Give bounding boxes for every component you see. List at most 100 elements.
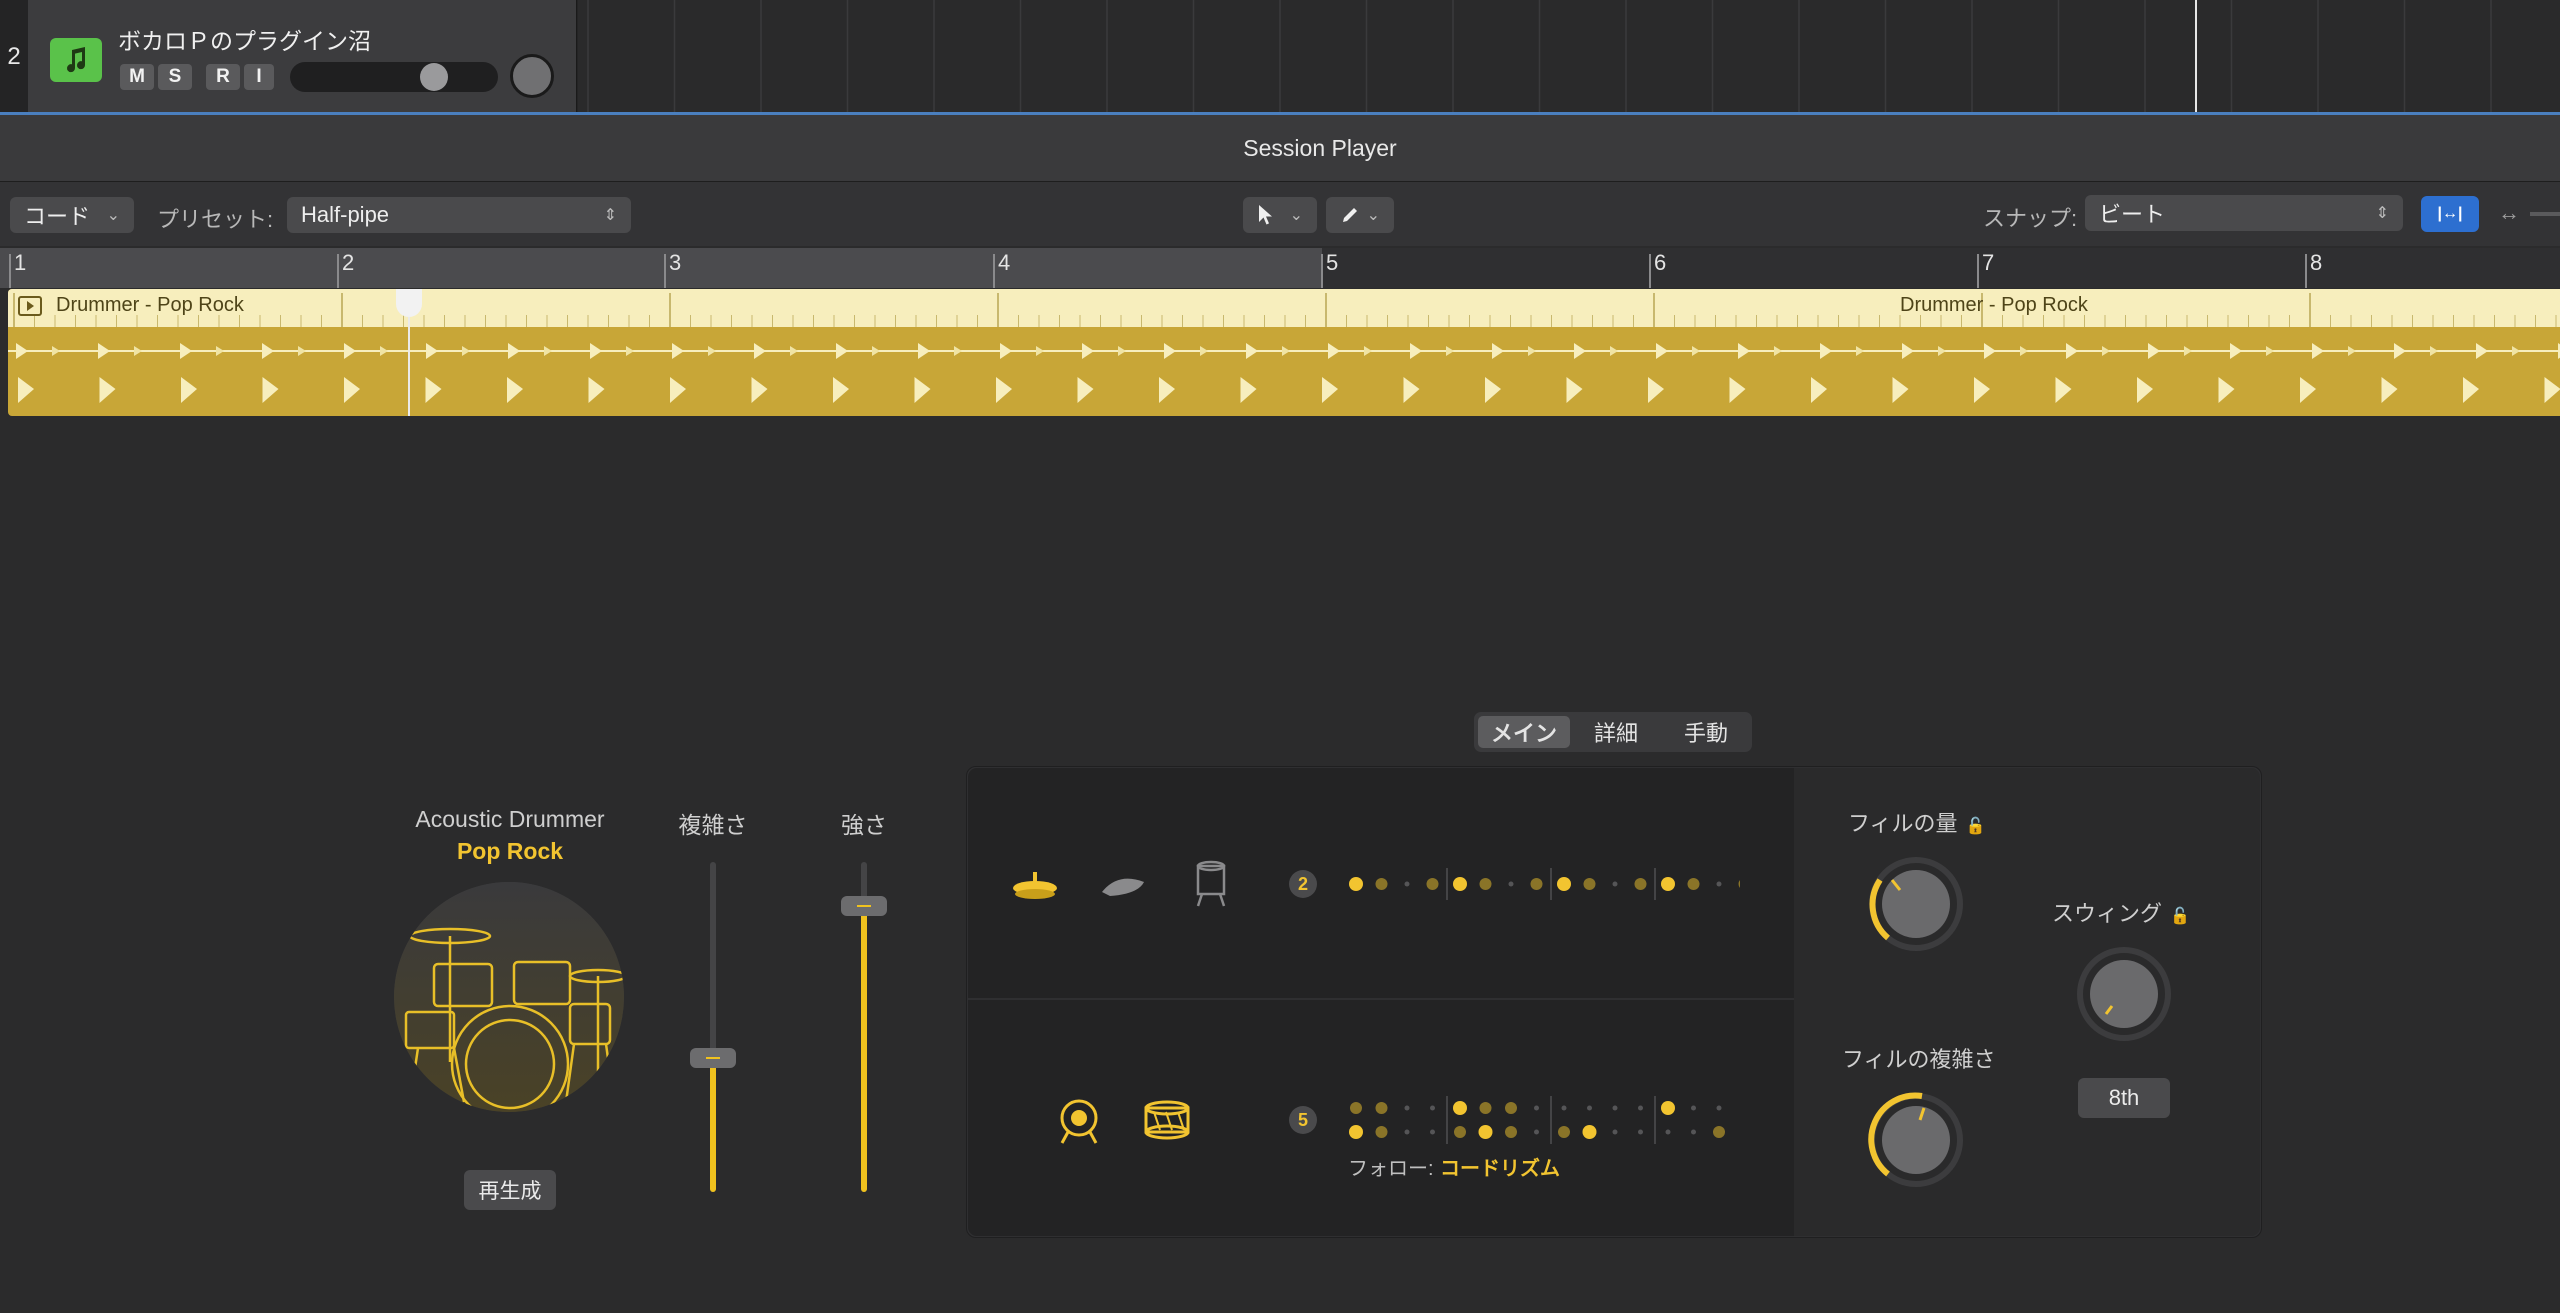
hihat-hit bbox=[1000, 343, 1012, 359]
shaker-icon[interactable] bbox=[1098, 862, 1148, 908]
horizontal-zoom-icon[interactable]: ↔ bbox=[2498, 200, 2520, 226]
swing-label: スウィング 🔓 bbox=[2052, 896, 2190, 928]
kick-snare-hit bbox=[1648, 377, 1664, 403]
intensity-slider-thumb[interactable] bbox=[841, 896, 887, 916]
track-header[interactable] bbox=[28, 0, 577, 114]
bar-tick bbox=[993, 254, 995, 288]
fill-amount-knob[interactable] bbox=[1864, 852, 1968, 956]
hihat-hit bbox=[1164, 343, 1176, 359]
pointer-tool-button[interactable]: ⌄ bbox=[1243, 197, 1317, 233]
hihat-hit bbox=[380, 346, 388, 356]
bar-number: 7 bbox=[1982, 250, 1995, 275]
fill-amount-label-text: フィルの量 bbox=[1848, 811, 1958, 836]
pattern-dot bbox=[1505, 1102, 1517, 1114]
follow-value[interactable]: コードリズム bbox=[1440, 1152, 1560, 1181]
pattern-dot bbox=[1665, 1129, 1671, 1135]
tab-main[interactable]: メイン bbox=[1478, 716, 1570, 748]
complexity-slider-thumb[interactable] bbox=[690, 1048, 736, 1068]
hihat-hit bbox=[1036, 346, 1044, 356]
kick-snare-hit bbox=[2544, 377, 2560, 403]
pattern-dot bbox=[1505, 1126, 1517, 1138]
pattern-dot bbox=[1453, 877, 1467, 891]
swing-knob[interactable] bbox=[2072, 942, 2176, 1046]
hihat-hit bbox=[2348, 346, 2356, 356]
fill-complexity-label: フィルの複雑さ bbox=[1842, 1047, 1996, 1072]
unlock-icon[interactable]: 🔓 bbox=[1966, 816, 1986, 836]
kick-snare-lane-value[interactable]: 5 bbox=[1289, 1106, 1317, 1134]
pattern-dot bbox=[1661, 877, 1675, 891]
updown-chevron-icon: ⇕ bbox=[603, 207, 617, 224]
hihat-hit bbox=[2184, 346, 2192, 356]
swing-value-popup[interactable]: 8th bbox=[2078, 1078, 2170, 1118]
kick-snare-pattern-dots[interactable] bbox=[1340, 1090, 1740, 1150]
updown-chevron-icon: ⇕ bbox=[2375, 205, 2389, 222]
snap-link-button[interactable]: |↔| bbox=[2421, 196, 2479, 232]
track-timeline[interactable] bbox=[578, 0, 2560, 112]
drum-kit-image[interactable] bbox=[394, 882, 624, 1112]
hihat-hit bbox=[1774, 346, 1782, 356]
cycle-region[interactable] bbox=[0, 248, 1322, 288]
music-note-icon[interactable] bbox=[50, 38, 102, 82]
record-button[interactable]: R bbox=[206, 64, 240, 90]
pattern-dot bbox=[1634, 878, 1647, 890]
kick-snare-hit bbox=[2300, 377, 2316, 403]
kick-snare-hit bbox=[833, 377, 849, 403]
regenerate-button[interactable]: 再生成 bbox=[464, 1170, 556, 1210]
cymbal-lane-value[interactable]: 2 bbox=[1289, 870, 1317, 898]
pattern-dot bbox=[1404, 1105, 1410, 1111]
hihat-hit bbox=[1984, 343, 1996, 359]
hihat-hit bbox=[708, 346, 716, 356]
chevron-down-icon: ⌄ bbox=[1366, 207, 1380, 224]
hihat-hit bbox=[1610, 346, 1618, 356]
preset-popup[interactable]: Half-pipe ⇕ bbox=[287, 197, 631, 233]
fill-complexity-knob[interactable] bbox=[1864, 1088, 1968, 1192]
tab-details[interactable]: 詳細 bbox=[1572, 716, 1660, 748]
mode-popup[interactable]: コード ⌄ bbox=[10, 197, 134, 233]
input-monitor-button[interactable]: I bbox=[244, 64, 274, 90]
pattern-dot bbox=[1716, 881, 1722, 887]
pencil-tool-button[interactable]: ⌄ bbox=[1326, 197, 1394, 233]
unlock-icon[interactable]: 🔓 bbox=[2170, 906, 2190, 926]
kick-snare-hit bbox=[1485, 377, 1501, 403]
mute-button[interactable]: M bbox=[120, 64, 154, 90]
region-header[interactable] bbox=[8, 289, 2560, 327]
pattern-dot bbox=[1479, 1102, 1492, 1114]
kick-snare-hit bbox=[2137, 377, 2153, 403]
bar-tick bbox=[337, 254, 339, 288]
bar-number: 1 bbox=[14, 250, 27, 275]
snap-popup[interactable]: ビート ⇕ bbox=[2085, 195, 2403, 231]
pattern-dot bbox=[1453, 1101, 1467, 1115]
hihat-hit bbox=[2512, 346, 2520, 356]
pattern-dot bbox=[1638, 1129, 1643, 1135]
snare-drum-icon[interactable] bbox=[1142, 1098, 1192, 1144]
track-name[interactable]: ボカロＰのプラグイン沼 bbox=[118, 22, 371, 56]
drummer-genre[interactable]: Pop Rock bbox=[360, 838, 660, 865]
pattern-dot bbox=[1738, 880, 1740, 888]
kick-snare-hit bbox=[2463, 377, 2479, 403]
volume-slider-thumb[interactable] bbox=[420, 63, 448, 91]
session-player-title: Session Player bbox=[1243, 134, 1397, 161]
volume-slider[interactable] bbox=[290, 62, 498, 92]
hihat-hit bbox=[462, 346, 470, 356]
pan-knob[interactable] bbox=[510, 54, 554, 98]
kick-snare-hit bbox=[1566, 377, 1583, 403]
chevron-down-icon: ⌄ bbox=[1289, 207, 1303, 224]
cymbal-pattern-dots[interactable] bbox=[1340, 860, 1740, 910]
hihat-icon[interactable] bbox=[1010, 862, 1060, 908]
playhead-handle[interactable] bbox=[396, 289, 422, 317]
track-number: 2 bbox=[7, 43, 21, 70]
kick-drum-icon[interactable] bbox=[1054, 1098, 1104, 1144]
pointer-icon bbox=[1259, 205, 1272, 225]
tab-manual[interactable]: 手動 bbox=[1662, 716, 1750, 748]
kick-snare-hit bbox=[507, 377, 523, 403]
play-icon[interactable] bbox=[18, 296, 42, 316]
region-header-ticks bbox=[13, 293, 2557, 327]
solo-button[interactable]: S bbox=[158, 64, 192, 90]
pattern-dot bbox=[1349, 877, 1363, 891]
zoom-slider[interactable] bbox=[2530, 212, 2560, 216]
region-name: Drummer - Pop Rock bbox=[56, 294, 244, 316]
hihat-hit bbox=[1528, 346, 1536, 356]
tom-icon[interactable] bbox=[1186, 858, 1236, 907]
fill-amount-label: フィルの量 🔓 bbox=[1848, 806, 1985, 838]
pattern-dot bbox=[1454, 1126, 1466, 1138]
